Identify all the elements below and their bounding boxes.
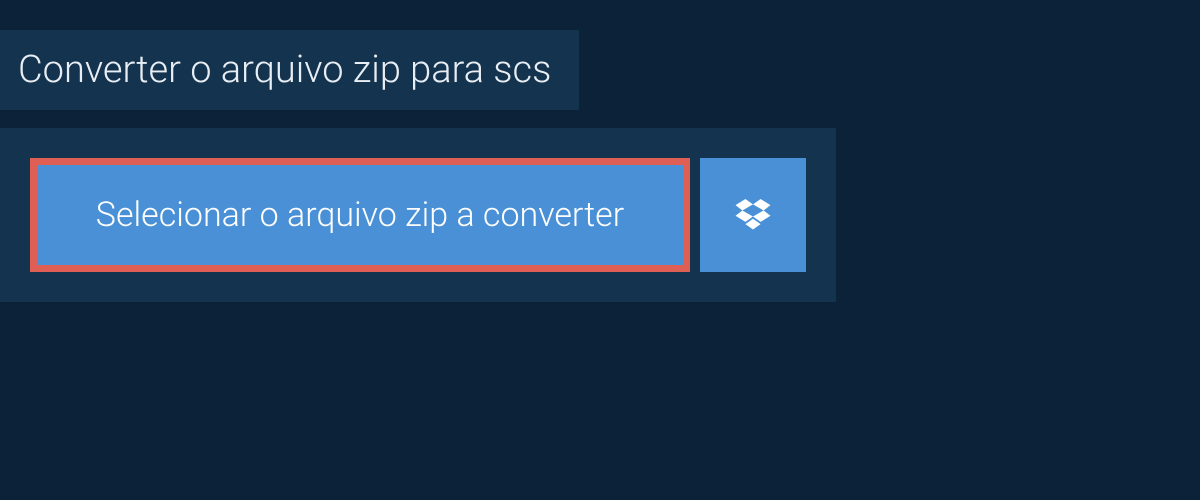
- upload-panel: Selecionar o arquivo zip a converter: [0, 128, 836, 302]
- dropbox-button[interactable]: [700, 158, 806, 272]
- select-file-button-label: Selecionar o arquivo zip a converter: [96, 195, 624, 235]
- dropbox-icon: [734, 196, 772, 234]
- select-file-button[interactable]: Selecionar o arquivo zip a converter: [30, 158, 690, 272]
- header-bar: Converter o arquivo zip para scs: [0, 30, 579, 110]
- page-title: Converter o arquivo zip para scs: [18, 48, 551, 92]
